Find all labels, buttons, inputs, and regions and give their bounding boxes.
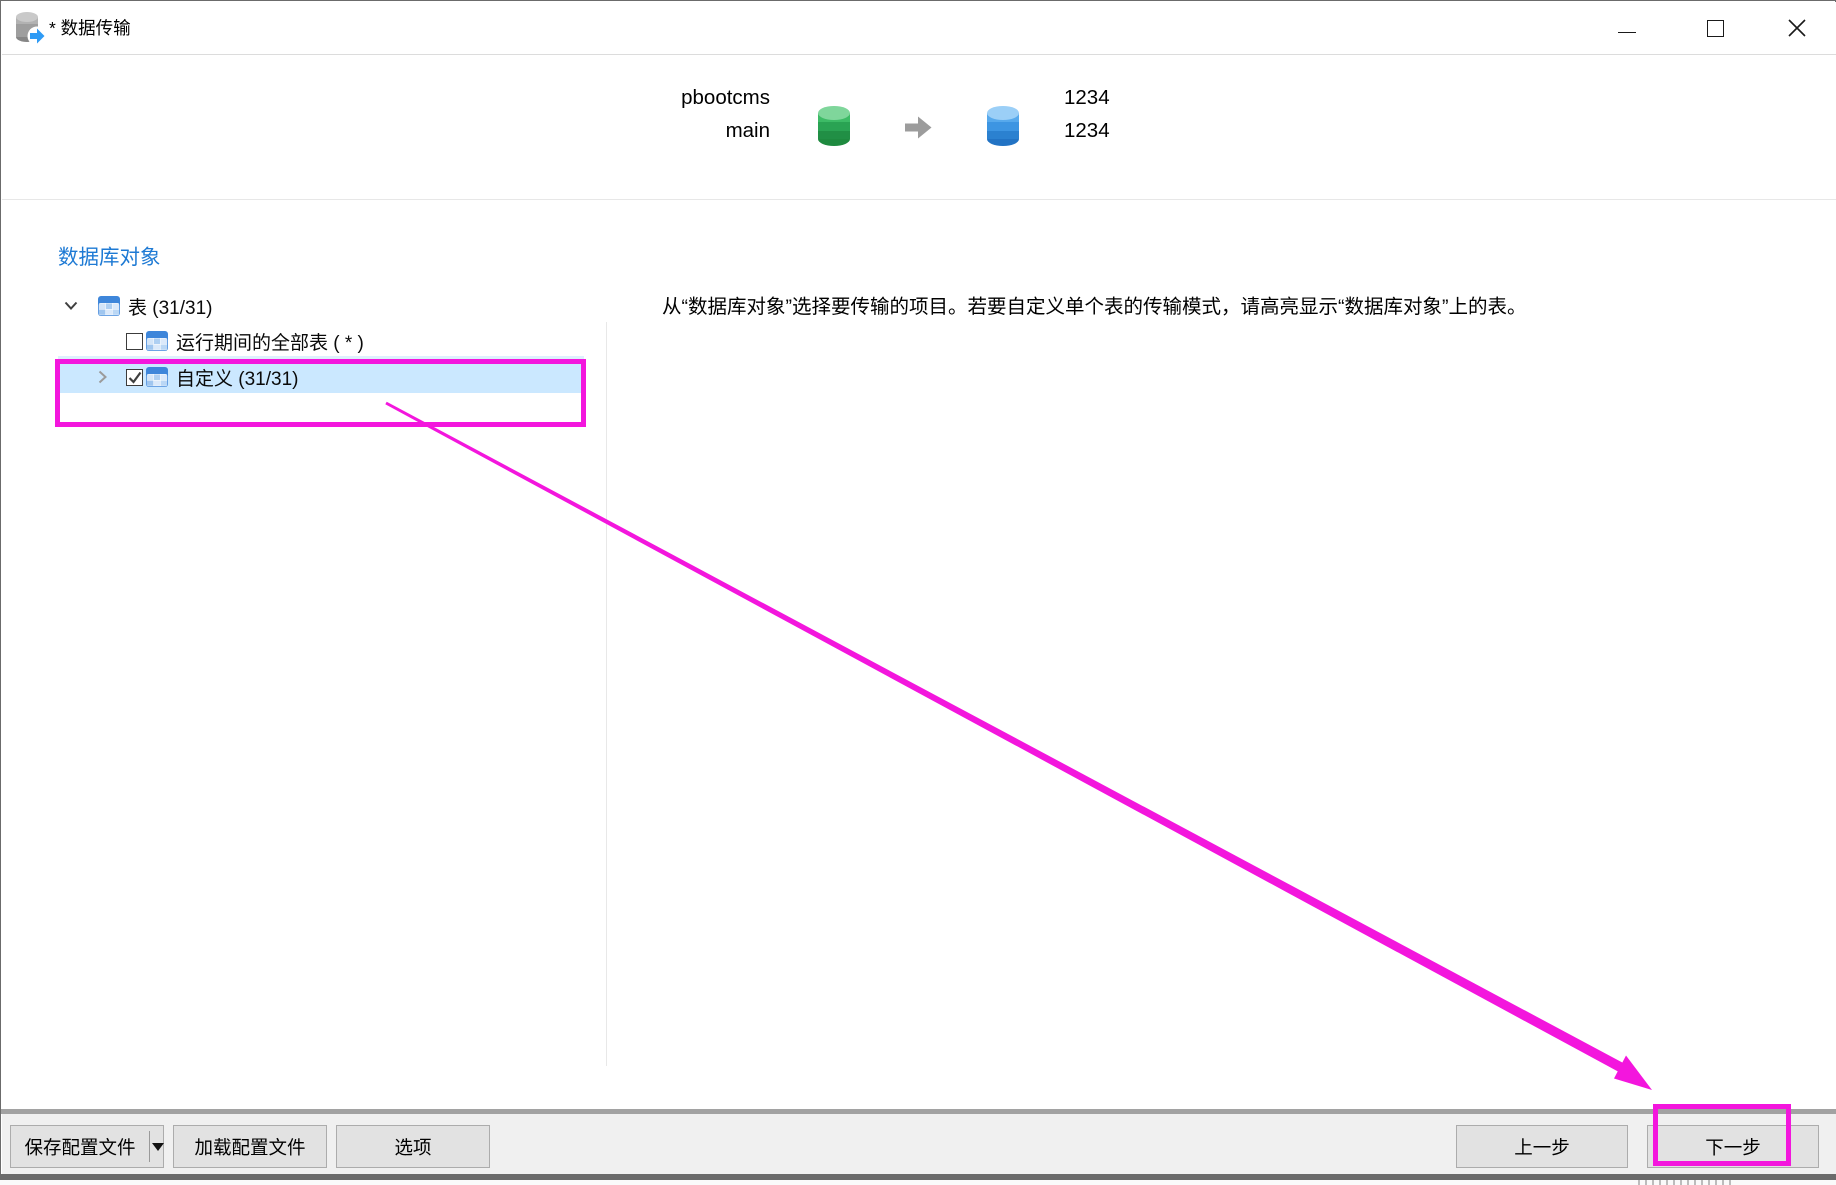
save-profile-label: 保存配置文件 <box>11 1134 149 1160</box>
minimize-button[interactable] <box>1599 2 1655 54</box>
chevron-down-icon[interactable] <box>64 301 78 311</box>
save-profile-dropdown[interactable] <box>150 1126 165 1167</box>
close-icon <box>1788 19 1806 37</box>
previous-step-label: 上一步 <box>1514 1134 1570 1160</box>
panel-divider <box>606 322 607 1066</box>
desktop-strip <box>0 1180 1836 1185</box>
source-db-name: pbootcms <box>681 81 770 114</box>
close-button[interactable] <box>1769 2 1825 54</box>
tree-item-label: 表 (31/31) <box>128 293 212 320</box>
tree-item-all-tables[interactable]: 运行期间的全部表 ( * ) <box>58 326 584 356</box>
maximize-icon <box>1707 20 1724 37</box>
database-transfer-icon <box>13 10 47 46</box>
caret-down-icon <box>152 1143 164 1151</box>
maximize-button[interactable] <box>1687 2 1743 54</box>
blue-database-icon <box>986 103 1020 147</box>
table-icon <box>98 296 120 316</box>
checkbox-unchecked[interactable] <box>126 333 143 350</box>
annotation-rect-tree-selection <box>55 359 586 427</box>
clipped-watermark-fragment <box>1638 1180 1734 1185</box>
load-profile-button[interactable]: 加载配置文件 <box>173 1125 327 1168</box>
data-transfer-window: * 数据传输 pbootcms main <box>0 0 1836 1185</box>
transfer-arrow-icon <box>905 116 932 139</box>
tree-item-tables[interactable]: 表 (31/31) <box>58 291 584 321</box>
window-frame: * 数据传输 pbootcms main <box>0 0 1836 1180</box>
window-title: * 数据传输 <box>49 15 131 40</box>
source-schema-name: main <box>681 114 770 147</box>
table-icon <box>146 331 168 351</box>
tree-item-label: 运行期间的全部表 ( * ) <box>176 328 364 355</box>
green-database-icon <box>817 103 851 147</box>
load-profile-label: 加载配置文件 <box>194 1134 305 1160</box>
annotation-rect-next-button <box>1653 1104 1791 1166</box>
options-button[interactable]: 选项 <box>336 1125 490 1168</box>
target-db-name: 1234 <box>1064 81 1110 114</box>
save-profile-button[interactable]: 保存配置文件 <box>10 1125 164 1168</box>
minimize-icon <box>1618 32 1636 33</box>
transfer-header: pbootcms main 1234 <box>2 55 1836 200</box>
title-bar: * 数据传输 <box>2 2 1836 55</box>
database-objects-heading: 数据库对象 <box>58 240 161 270</box>
target-schema-name: 1234 <box>1064 114 1110 147</box>
target-connection-label: 1234 1234 <box>1064 81 1110 147</box>
source-connection-label: pbootcms main <box>681 81 770 147</box>
instruction-text: 从“数据库对象”选择要传输的项目。若要自定义单个表的传输模式，请高亮显示“数据库… <box>662 290 1526 319</box>
previous-step-button[interactable]: 上一步 <box>1456 1125 1628 1168</box>
options-label: 选项 <box>394 1134 431 1160</box>
